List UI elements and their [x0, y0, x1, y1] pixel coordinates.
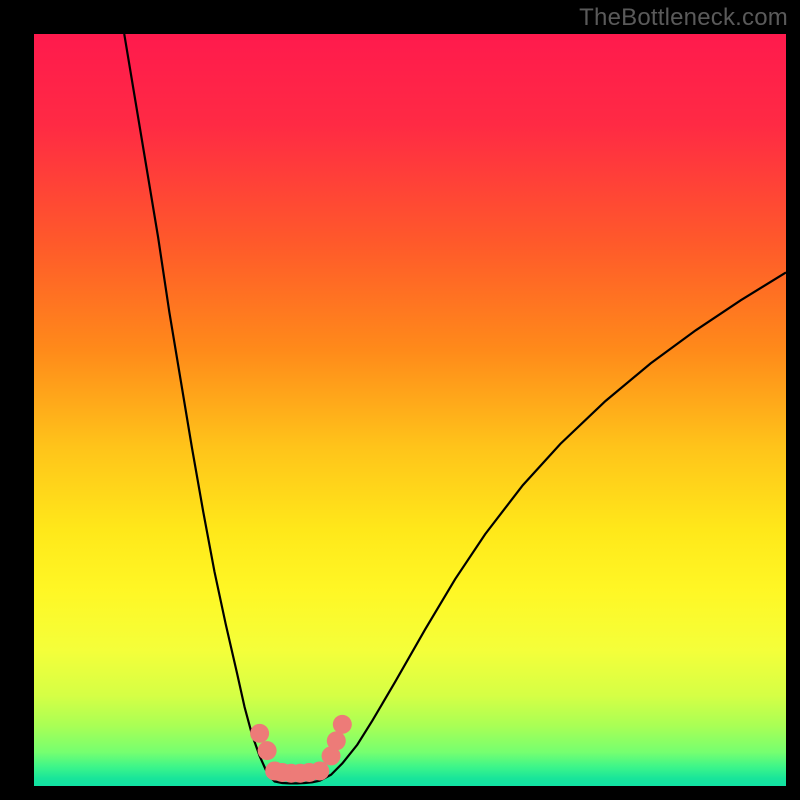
- plot-background: [34, 34, 786, 786]
- data-marker: [258, 741, 277, 760]
- chart-container: { "attribution": "TheBottleneck.com", "p…: [0, 0, 800, 800]
- data-marker: [250, 724, 269, 743]
- bottleneck-chart: [0, 0, 800, 800]
- data-marker: [310, 761, 329, 780]
- data-marker: [333, 715, 352, 734]
- data-marker: [327, 731, 346, 750]
